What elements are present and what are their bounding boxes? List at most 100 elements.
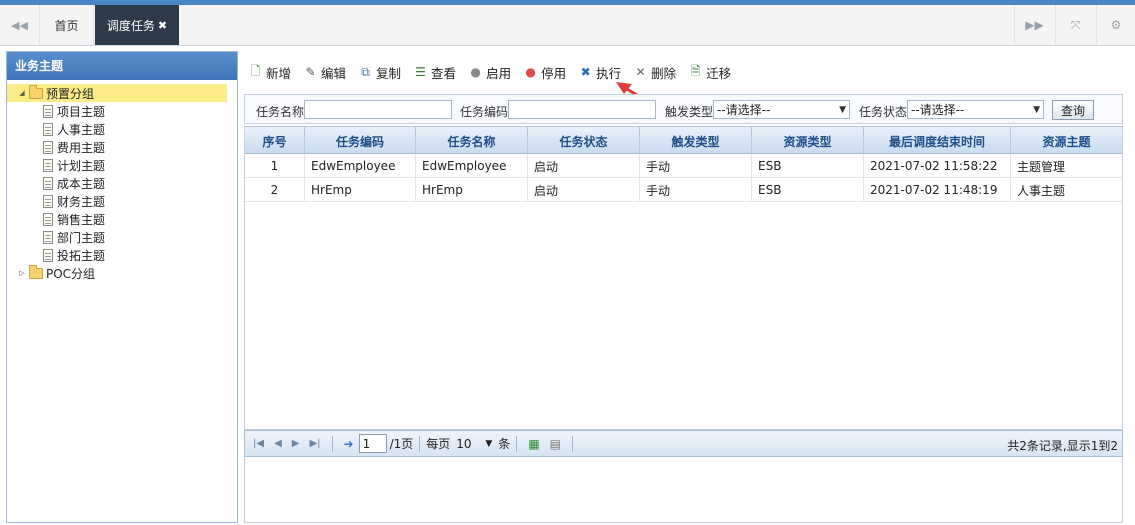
document-icon [43,176,53,190]
pagination-bar: |◀ ◀ ▶ ▶| ➜ 1 /1页 每页 10 ▼ 条 ▦ ▤ 共2条记录,显示… [244,430,1123,457]
export-excel-icon[interactable]: ▦ [528,437,539,451]
chevron-down-icon: ▼ [485,438,493,449]
tree-item[interactable]: 投拓主题 [7,246,237,264]
tab-home[interactable]: 首页 [40,5,94,45]
trigger-type-value: --请选择-- [717,103,771,117]
next-page-icon[interactable]: ▶ [292,438,300,449]
go-arrow-icon[interactable]: ➜ [344,437,354,451]
close-icon[interactable]: ✖ [158,19,167,32]
tab-scroll-right-icon[interactable]: ▶▶ [1014,5,1054,45]
column-header[interactable]: 资源类型 [752,127,864,155]
document-icon [43,248,53,262]
table-cell: 主题管理 [1017,159,1066,174]
view-button-label: 查看 [431,65,457,81]
tab-home-label: 首页 [54,18,79,33]
tree-item-label: 销售主题 [57,212,106,227]
add-button-label: 新增 [266,65,292,81]
column-header[interactable]: 任务状态 [528,127,640,155]
tree-item-label: 成本主题 [57,176,106,191]
gear-icon[interactable]: ⚙ [1096,5,1135,45]
trigger-type-select[interactable]: --请选择-- ▼ [713,100,850,119]
per-page-value: 10 [456,436,472,451]
tree-item-label: 项目主题 [57,104,106,119]
column-header[interactable]: 任务编码 [305,127,416,155]
column-header[interactable]: 最后调度结束时间 [864,127,1011,155]
column-header[interactable]: 资源主题 [1011,127,1122,155]
document-icon[interactable]: ▤ [550,437,561,451]
task-code-input[interactable] [508,100,656,119]
chevron-down-icon: ▼ [1033,104,1040,115]
first-page-icon[interactable]: |◀ [253,438,264,449]
document-icon [43,194,53,208]
view-button[interactable]: ☰ 查看 [413,63,456,82]
column-header[interactable]: 序号 [245,127,305,155]
edit-button-label: 编辑 [321,65,347,81]
copy-button[interactable]: ⧉ 复制 [358,63,401,82]
folder-icon [29,264,43,279]
disable-button-label: 停用 [541,65,567,81]
collapse-arrow-icon[interactable]: ▷ [17,269,27,277]
table-cell: ESB [752,154,864,178]
tree-group-label: 预置分组 [46,86,95,101]
pencil-icon: ✎ [305,65,316,79]
table-cell: 2 [245,178,305,202]
tree-item[interactable]: 成本主题 [7,174,237,192]
edit-button[interactable]: ✎ 编辑 [303,63,346,82]
document-icon [43,140,53,154]
query-button[interactable]: 查询 [1052,100,1094,120]
total-pages-text: /1页 [389,437,414,451]
task-name-input[interactable] [304,100,452,119]
tree-group-preset[interactable]: ◢ 预置分组 [7,84,227,102]
list-view-icon: ☰ [415,65,426,79]
enable-button[interactable]: ● 启用 [468,63,511,82]
pager-separator [419,435,421,452]
table-row[interactable]: 1 EdwEmployee EdwEmployee 启动 手动 ESB 2021… [245,154,1122,178]
task-grid: 序号 任务编码 任务名称 任务状态 触发类型 资源类型 最后调度结束时间 资源主… [244,126,1123,430]
table-cell: 人事主题 [1017,183,1066,198]
tree-group-poc[interactable]: ▷ POC分组 [7,264,237,282]
tab-dispatch-tasks[interactable]: 调度任务 ✖ [95,5,179,45]
per-page-suffix: 条 [498,437,511,451]
tree-item[interactable]: 部门主题 [7,228,237,246]
enable-circle-icon: ● [470,65,481,79]
tree-item[interactable]: 计划主题 [7,156,237,174]
task-status-select[interactable]: --请选择-- ▼ [907,100,1044,119]
panel-title: 业务主题 [7,52,237,80]
table-cell: EdwEmployee [305,154,416,178]
copy-icon: ⧉ [361,64,370,79]
tab-bar: ◀◀ 首页 调度任务 ✖ ▶▶ ⤧ ⚙ [0,5,1135,46]
tree-item[interactable]: 财务主题 [7,192,237,210]
tab-dispatch-tasks-label: 调度任务 [106,18,155,33]
table-row[interactable]: 2 HrEmp HrEmp 启动 手动 ESB 2021-07-02 11:48… [245,178,1122,202]
table-cell: ESB [752,178,864,202]
last-page-icon[interactable]: ▶| [309,438,320,449]
migrate-document-icon: 🗎 [690,63,701,78]
tab-scroll-left-icon[interactable]: ◀◀ [0,5,40,45]
table-cell: EdwEmployee [416,154,528,178]
task-status-label: 任务状态 [859,105,908,119]
tree-item[interactable]: 费用主题 [7,138,237,156]
migrate-button[interactable]: 🗎 迁移 [688,63,731,82]
table-cell: HrEmp [305,178,416,202]
page-number-input[interactable]: 1 [358,434,387,453]
table-cell: 2021-07-02 11:48:19 [864,178,1011,202]
column-header[interactable]: 任务名称 [416,127,528,155]
prev-page-icon[interactable]: ◀ [274,438,282,449]
table-cell: 1 [245,154,305,178]
table-cell: 启动 [528,178,640,202]
expand-arrow-icon[interactable]: ◢ [17,89,27,97]
tree-item-label: 费用主题 [57,140,106,155]
tree-item[interactable]: 项目主题 [7,102,237,120]
business-theme-panel: 业务主题 ◢ 预置分组 项目主题 人事主题 费用主题 计划主题 成本主题 财务主… [6,51,238,523]
column-header[interactable]: 触发类型 [640,127,752,155]
tree-item-label: 财务主题 [57,194,106,209]
enable-button-label: 启用 [486,65,512,81]
per-page-select[interactable]: 10 ▼ [452,434,496,453]
fullscreen-icon[interactable]: ⤧ [1055,5,1095,45]
tree-item[interactable]: 销售主题 [7,210,237,228]
add-button[interactable]: 🗋 新增 [248,63,291,82]
disable-button[interactable]: ● 停用 [523,63,566,82]
table-cell: 2021-07-02 11:58:22 [864,154,1011,178]
tree-item[interactable]: 人事主题 [7,120,237,138]
grid-header: 序号 任务编码 任务名称 任务状态 触发类型 资源类型 最后调度结束时间 资源主… [245,126,1122,155]
